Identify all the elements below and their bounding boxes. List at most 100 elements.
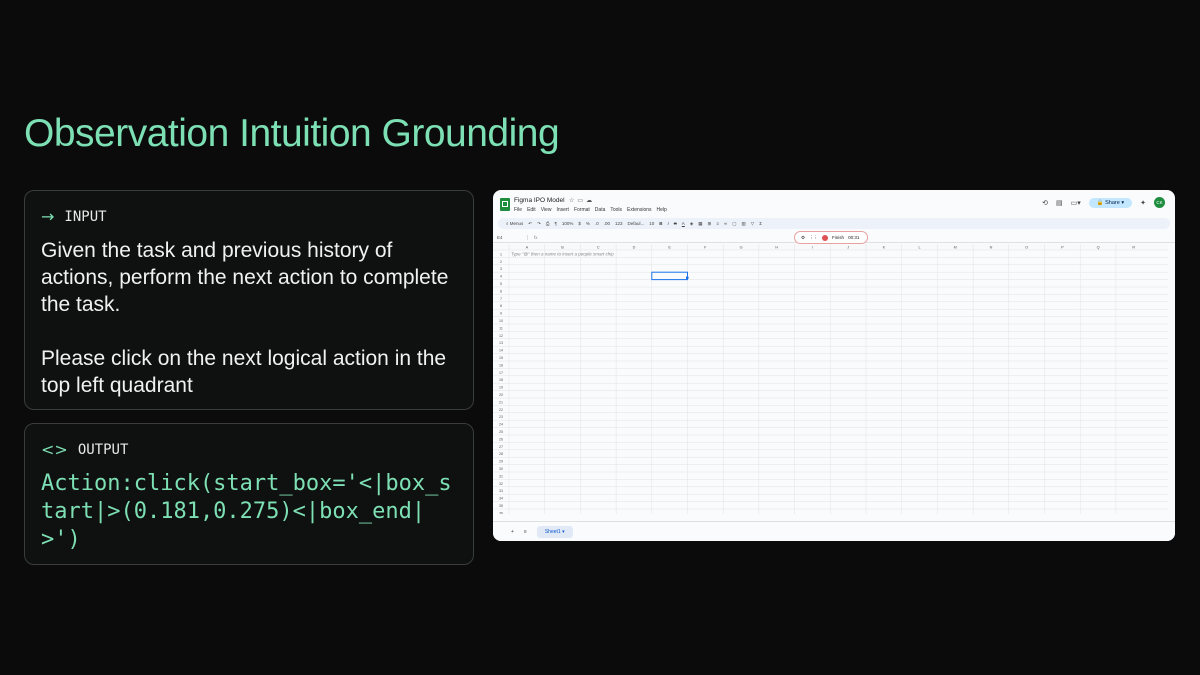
gear-icon[interactable]: ⚙ [801,235,805,241]
print-icon[interactable]: ⎙ [546,221,550,226]
row-header-5[interactable]: 5 [500,282,502,286]
document-title[interactable]: Figma IPO Model [514,197,565,204]
row-header-9[interactable]: 9 [500,312,502,316]
column-header-O[interactable]: O [1025,246,1028,250]
menu-insert[interactable]: Insert [556,207,569,213]
row-header-2[interactable]: 2 [500,260,502,264]
decrease-decimal-button[interactable]: .0 [595,221,599,226]
folder-icon[interactable]: ▭ [577,198,586,204]
column-header-R[interactable]: R [1132,246,1135,250]
finish-button[interactable]: Finish [832,235,844,240]
borders-icon[interactable]: ▦ [698,221,702,227]
column-header-G[interactable]: G [740,246,743,250]
percent-button[interactable]: % [586,221,590,226]
row-header-27[interactable]: 27 [499,445,503,449]
column-header-Q[interactable]: Q [1097,246,1100,250]
row-header-16[interactable]: 16 [499,363,503,367]
row-header-4[interactable]: 4 [500,275,502,279]
row-header-24[interactable]: 24 [499,423,503,427]
row-header-8[interactable]: 8 [500,304,502,308]
column-header-B[interactable]: B [561,246,564,250]
row-header-36[interactable]: 36 [499,511,503,514]
menu-tools[interactable]: Tools [610,207,622,213]
merge-icon[interactable]: ⊞ [708,221,712,227]
menu-data[interactable]: Data [595,207,606,213]
row-header-7[interactable]: 7 [500,297,502,301]
row-header-12[interactable]: 12 [499,334,503,338]
filter-icon[interactable]: ▽ [751,221,754,227]
comment-icon[interactable]: ▢ [732,221,736,227]
column-header-N[interactable]: N [990,246,993,250]
fill-handle[interactable] [686,276,689,280]
row-header-28[interactable]: 28 [499,452,503,456]
currency-button[interactable]: $ [578,221,581,226]
undo-icon[interactable]: ↶ [528,221,532,227]
strikethrough-button[interactable]: S [674,221,677,226]
menu-view[interactable]: View [541,207,552,213]
italic-button[interactable]: I [668,221,669,226]
row-header-23[interactable]: 23 [499,415,503,419]
add-sheet-icon[interactable]: + [511,529,514,535]
row-header-14[interactable]: 14 [499,349,503,353]
menu-extensions[interactable]: Extensions [627,207,651,213]
column-header-J[interactable]: J [847,246,849,250]
meet-icon[interactable]: ▭▾ [1071,199,1081,207]
name-box[interactable]: E4 [493,234,528,240]
row-header-21[interactable]: 21 [499,400,503,404]
avatar[interactable]: CK [1154,197,1165,208]
redo-icon[interactable]: ↷ [537,221,541,227]
bold-button[interactable]: B [659,221,662,226]
all-sheets-icon[interactable]: ≡ [524,529,527,535]
column-header-L[interactable]: L [918,246,920,250]
row-header-1[interactable]: 1 [500,252,502,256]
row-header-6[interactable]: 6 [500,289,502,293]
font-select[interactable]: Defaul... [627,221,644,226]
row-header-29[interactable]: 29 [499,460,503,464]
row-header-35[interactable]: 35 [499,504,503,508]
row-header-31[interactable]: 31 [499,474,503,478]
zoom-select[interactable]: 100% [562,221,574,226]
menu-edit[interactable]: Edit [527,207,536,213]
row-header-30[interactable]: 30 [499,467,503,471]
menu-file[interactable]: File [514,207,522,213]
menu-format[interactable]: Format [574,207,590,213]
menu-help[interactable]: Help [657,207,667,213]
font-size-input[interactable]: 10 [649,221,654,226]
gemini-icon[interactable]: ✦ [1140,199,1146,207]
increase-decimal-button[interactable]: .00 [604,221,610,226]
row-header-13[interactable]: 13 [499,341,503,345]
column-header-H[interactable]: H [775,246,778,250]
column-header-I[interactable]: I [812,246,813,250]
row-header-18[interactable]: 18 [499,378,503,382]
link-icon[interactable]: ∞ [724,221,727,226]
fill-color-icon[interactable]: ◈ [690,221,693,227]
sheet-tab[interactable]: Sheet1 ▾ [536,525,573,538]
drag-handle-icon[interactable]: ⋮⋮ [809,235,818,241]
row-header-15[interactable]: 15 [499,356,503,360]
chart-icon[interactable]: ▥ [741,221,745,227]
row-header-19[interactable]: 19 [499,386,503,390]
row-header-26[interactable]: 26 [499,437,503,441]
selected-cell[interactable] [651,271,689,281]
row-header-11[interactable]: 11 [499,326,503,330]
row-header-33[interactable]: 33 [499,489,503,493]
column-header-M[interactable]: M [954,246,957,250]
spreadsheet-grid[interactable]: ABCDEFGHIJKLMNOPQR 123456789101112131415… [493,244,1168,514]
share-button[interactable]: 🔒 Share ▾ [1088,197,1133,208]
row-header-17[interactable]: 17 [499,371,503,375]
comments-icon[interactable]: ▤ [1056,199,1063,207]
row-header-32[interactable]: 32 [499,482,503,486]
menus-search[interactable]: ⌕ Menus [506,221,523,226]
column-header-D[interactable]: D [633,246,636,250]
number-format-button[interactable]: 123 [615,221,623,226]
text-color-button[interactable]: A [682,221,685,226]
functions-icon[interactable]: Σ [759,221,762,226]
row-header-10[interactable]: 10 [499,319,503,323]
row-header-20[interactable]: 20 [499,393,503,397]
history-icon[interactable]: ⟲ [1042,199,1048,207]
column-header-E[interactable]: E [668,246,671,250]
column-header-C[interactable]: C [597,246,600,250]
row-header-3[interactable]: 3 [500,267,502,271]
row-header-25[interactable]: 25 [499,430,503,434]
paint-format-icon[interactable]: ¶ [554,221,556,226]
